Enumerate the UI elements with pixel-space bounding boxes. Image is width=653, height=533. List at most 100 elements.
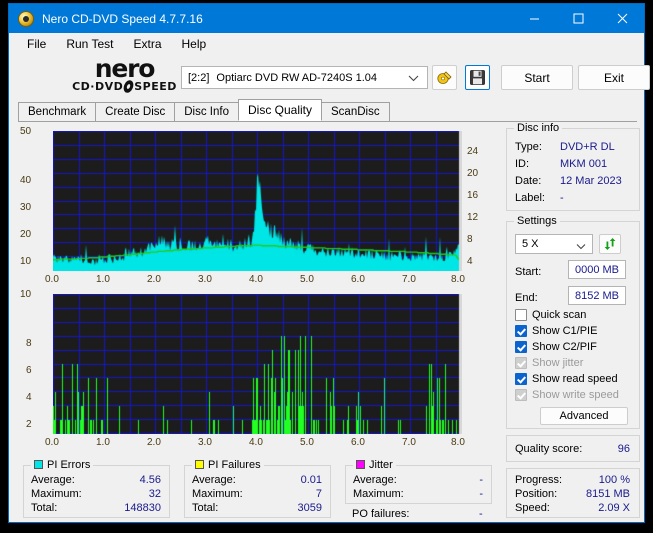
pi-errors-title-text: PI Errors (47, 459, 91, 471)
checkbox-show-jitter: Show jitter (515, 357, 583, 369)
pif-x-tick-8: 8.0 (451, 437, 465, 448)
pie-y-tick-30: 30 (20, 202, 32, 213)
pif-chart: 2 4 6 8 10 0.0 1.0 2.0 3.0 4.0 5.0 6.0 7… (15, 289, 498, 451)
checkbox-label: Quick scan (532, 309, 587, 321)
pif-x-tick-4: 4.0 (249, 437, 263, 448)
menu-item-extra[interactable]: Extra (124, 35, 170, 53)
disc-tools-icon[interactable] (432, 65, 457, 90)
tab-disc-quality[interactable]: Disc Quality (238, 99, 323, 121)
tab-benchmark[interactable]: Benchmark (18, 102, 97, 121)
drive-select[interactable]: [2:2] Optiarc DVD RW AD-7240S 1.04 (181, 66, 428, 89)
checkbox-label: Show C1/PIE (532, 325, 598, 337)
maximize-icon[interactable] (556, 4, 600, 33)
end-mb-label: End: (515, 292, 538, 304)
pie-y-tick-50: 50 (20, 126, 32, 137)
close-icon[interactable] (600, 4, 644, 33)
pie-x-tick-3: 3.0 (198, 274, 212, 285)
toolbar: nero CD·DVD SPEED [2:2] Optiarc DVD RW A… (9, 55, 650, 100)
logo-speed-text: SPEED (134, 79, 177, 93)
pie-x-tick-1: 1.0 (96, 274, 110, 285)
speed-label: Speed: (515, 502, 550, 514)
po-failures-value: - (479, 508, 483, 520)
pie-x-tick-6: 6.0 (351, 274, 365, 285)
pie-x-tick-5: 5.0 (300, 274, 314, 285)
pi-errors-total-value: 148830 (124, 502, 161, 514)
tab-disc-info[interactable]: Disc Info (174, 102, 239, 121)
chevron-down-icon[interactable] (408, 73, 419, 85)
pi-failures-color-swatch (195, 460, 204, 469)
menu-item-file[interactable]: File (18, 35, 55, 53)
minimize-icon[interactable] (512, 4, 556, 33)
start-button[interactable]: Start (501, 65, 573, 90)
window-title: Nero CD-DVD Speed 4.7.7.16 (42, 11, 203, 26)
disc-date-label: Date: (515, 175, 542, 187)
nero-disc-icon (18, 10, 34, 27)
title-bar: Nero CD-DVD Speed 4.7.7.16 (9, 4, 644, 33)
pif-y-tick-6: 6 (26, 365, 32, 376)
settings-title: Settings (514, 215, 560, 227)
tab-scandisc[interactable]: ScanDisc (321, 102, 390, 121)
menu-item-run-test[interactable]: Run Test (57, 35, 122, 53)
advanced-button[interactable]: Advanced (540, 407, 628, 425)
jitter-title: Jitter (353, 459, 396, 471)
pif-x-tick-1: 1.0 (96, 437, 110, 448)
checkbox-show-read-speed[interactable]: Show read speed (515, 373, 618, 385)
pi-failures-average-value: 0.01 (300, 474, 322, 486)
disc-info-title: Disc info (514, 122, 563, 134)
pif-x-tick-5: 5.0 (300, 437, 314, 448)
pie-y-tick-40: 40 (20, 175, 32, 186)
speed-select[interactable]: 5 X (515, 234, 593, 254)
checkbox-show-c2-pif[interactable]: Show C2/PIF (515, 341, 597, 353)
quality-score-value: 96 (617, 443, 630, 455)
disc-info-panel: Disc info Type: DVD+R DL ID: MKM 001 Dat… (506, 122, 640, 211)
pi-failures-maximum-label: Maximum: (192, 488, 243, 500)
pi-failures-title-text: PI Failures (208, 459, 261, 471)
jitter-maximum-label: Maximum: (353, 488, 404, 500)
checkbox-label: Show write speed (532, 389, 619, 401)
disc-type-label: Type: (515, 141, 542, 153)
menu-bar: File Run Test Extra Help (9, 33, 644, 55)
checkbox-box (515, 341, 527, 353)
disc-label-value: - (560, 192, 564, 204)
pif-y-tick-2: 2 (26, 419, 32, 430)
menu-item-help[interactable]: Help (173, 35, 216, 53)
disc-date-value: 12 Mar 2023 (560, 175, 622, 187)
pie-y-tick-10: 10 (20, 256, 32, 267)
jitter-panel: Jitter Average: - Maximum: - (345, 459, 492, 504)
window-controls (512, 4, 644, 33)
pie-y2-tick-8: 8 (467, 234, 473, 245)
pif-x-tick-3: 3.0 (198, 437, 212, 448)
pie-y-tick-20: 20 (20, 229, 32, 240)
tab-create-disc[interactable]: Create Disc (95, 102, 176, 121)
exit-button[interactable]: Exit (578, 65, 650, 90)
pif-chart-plot (53, 294, 462, 434)
refresh-speed-icon[interactable] (599, 234, 621, 254)
start-mb-field[interactable]: 0000 MB (568, 260, 626, 279)
checkbox-quick-scan[interactable]: Quick scan (515, 309, 586, 321)
tab-strip: Benchmark Create Disc Disc Info Disc Qua… (18, 99, 637, 122)
pie-x-tick-4: 4.0 (249, 274, 263, 285)
pi-failures-total-value: 3059 (297, 502, 322, 514)
checkbox-show-write-speed: Show write speed (515, 389, 619, 401)
pif-x-tick-7: 7.0 (402, 437, 416, 448)
quality-score-label: Quality score: (515, 443, 583, 455)
save-floppy-icon[interactable] (465, 65, 490, 90)
pi-failures-title: PI Failures (192, 459, 264, 471)
pi-errors-panel: PI Errors Average: 4.56 Maximum: 32 Tota… (23, 459, 170, 518)
pie-y2-tick-20: 20 (467, 168, 479, 179)
pie-chart-plot (53, 131, 462, 271)
jitter-title-text: Jitter (369, 459, 393, 471)
logo-cd-dvd-text: CD·DVD (72, 79, 124, 93)
pif-y-tick-10: 10 (20, 289, 32, 300)
position-value: 8151 MB (585, 488, 630, 500)
checkbox-show-c1-pie[interactable]: Show C1/PIE (515, 325, 597, 337)
pi-failures-maximum-value: 7 (315, 488, 322, 500)
chevron-down-icon[interactable] (576, 241, 586, 253)
checkbox-box (515, 373, 527, 385)
pie-x-tick-7: 7.0 (402, 274, 416, 285)
pi-errors-title: PI Errors (31, 459, 94, 471)
pie-x-tick-2: 2.0 (147, 274, 161, 285)
jitter-maximum-value: - (479, 488, 483, 500)
end-mb-field[interactable]: 8152 MB (568, 286, 626, 305)
screenshot-root: Nero CD-DVD Speed 4.7.7.16 File Run Test… (0, 0, 653, 533)
